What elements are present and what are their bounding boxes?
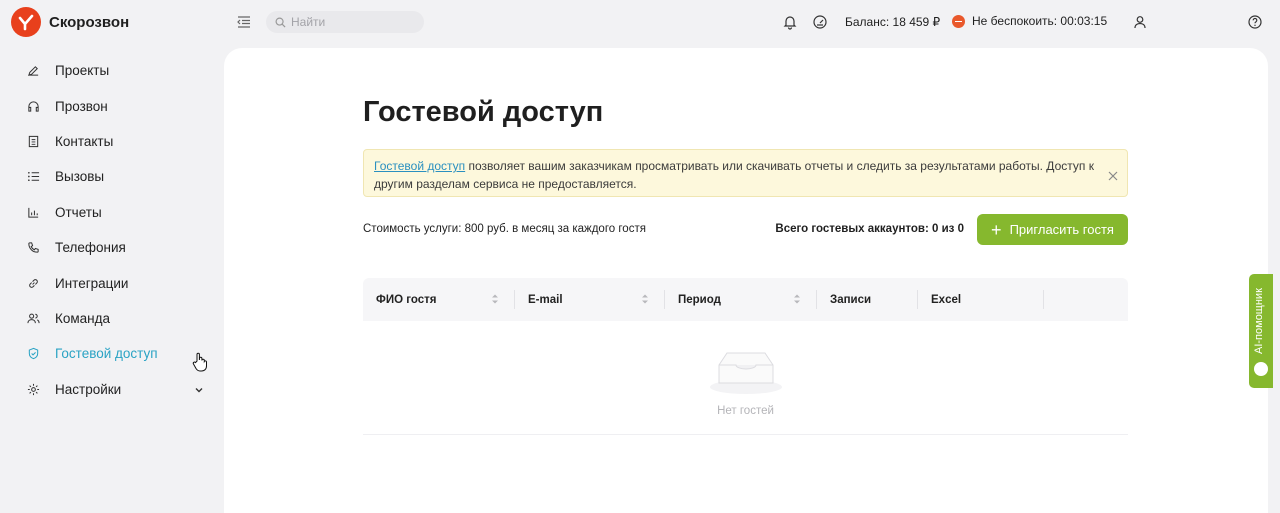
sidebar-item-reports[interactable]: Отчеты	[0, 195, 220, 230]
collapse-menu-icon[interactable]	[236, 14, 252, 30]
sidebar-item-label: Команда	[55, 310, 111, 326]
sidebar-item-label: Телефония	[55, 240, 126, 256]
search-box[interactable]	[266, 11, 424, 33]
speedometer-icon[interactable]	[812, 14, 828, 30]
ai-assistant-tab[interactable]: AI-помощник	[1249, 274, 1273, 388]
column-label: Excel	[931, 293, 962, 306]
sidebar-item-label: Интеграции	[55, 275, 129, 291]
bar-chart-icon	[26, 205, 40, 219]
invite-guest-button[interactable]: + Пригласить гостя	[977, 214, 1128, 245]
shield-check-icon	[26, 347, 40, 361]
do-not-disturb-toggle[interactable]: Не беспокоить: 00:03:15	[952, 14, 1107, 28]
pencil-icon	[26, 64, 40, 78]
column-header-period[interactable]: Период	[665, 278, 817, 321]
close-icon[interactable]	[1108, 168, 1118, 181]
sidebar-item-projects[interactable]: Проекты	[0, 53, 220, 88]
sidebar-item-telephony[interactable]: Телефония	[0, 230, 220, 265]
column-header-excel: Excel	[918, 278, 1044, 321]
chat-bubble-icon	[1254, 362, 1268, 376]
sidebar-item-label: Гостевой доступ	[55, 346, 158, 362]
link-icon	[26, 276, 40, 290]
column-label: ФИО гостя	[376, 293, 437, 306]
sidebar-item-integrations[interactable]: Интеграции	[0, 265, 220, 300]
plus-icon: +	[991, 219, 1002, 240]
invite-guest-label: Пригласить гостя	[1009, 222, 1114, 237]
sidebar-item-settings[interactable]: Настройки	[0, 372, 220, 407]
phone-icon	[26, 241, 40, 255]
empty-state-text: Нет гостей	[717, 405, 774, 417]
app-name: Скорозвон	[49, 13, 130, 31]
column-header-name[interactable]: ФИО гостя	[363, 278, 515, 321]
info-notice: Гостевой доступ позволяет вашим заказчик…	[363, 149, 1128, 197]
sidebar-item-label: Проекты	[55, 63, 110, 79]
sidebar: Проекты Прозвон Контакты Вызовы Отчеты Т…	[0, 53, 220, 407]
top-bar: Скорозвон Баланс: 18 459 ₽ Не беспокоить…	[0, 0, 1280, 44]
hand-cursor-icon	[192, 352, 208, 372]
contacts-book-icon	[26, 134, 40, 148]
guest-access-link[interactable]: Гостевой доступ	[374, 159, 465, 173]
help-icon[interactable]	[1247, 14, 1263, 30]
sidebar-item-dialing[interactable]: Прозвон	[0, 88, 220, 123]
app-logo[interactable]: Скорозвон	[11, 7, 129, 37]
column-header-email[interactable]: E-mail	[515, 278, 665, 321]
sidebar-item-label: Контакты	[55, 133, 114, 149]
sidebar-item-label: Настройки	[55, 381, 122, 397]
list-icon	[26, 170, 40, 184]
logo-mark-icon	[11, 7, 41, 37]
guest-accounts-count: Всего гостевых аккаунтов: 0 из 0	[775, 223, 964, 235]
sidebar-item-calls[interactable]: Вызовы	[0, 159, 220, 194]
page-title: Гостевой доступ	[363, 96, 604, 128]
main-panel: Гостевой доступ Гостевой доступ позволяе…	[224, 48, 1268, 513]
search-input[interactable]	[291, 15, 411, 29]
search-icon	[275, 17, 286, 28]
column-label: Записи	[830, 293, 872, 306]
table-header: ФИО гостя E-mail Период Записи Excel	[363, 278, 1128, 321]
column-header-records: Записи	[817, 278, 918, 321]
sort-icon[interactable]	[641, 293, 649, 305]
notice-text: позволяет вашим заказчикам просматривать…	[374, 159, 1094, 191]
column-label: Период	[678, 293, 721, 306]
service-cost-text: Стоимость услуги: 800 руб. в месяц за ка…	[363, 223, 646, 235]
notification-bell-icon[interactable]	[782, 14, 798, 30]
sidebar-item-guest-access[interactable]: Гостевой доступ	[0, 336, 220, 371]
chevron-down-icon[interactable]	[193, 384, 205, 396]
empty-state: Нет гостей	[363, 321, 1128, 435]
balance-text[interactable]: Баланс: 18 459 ₽	[845, 15, 940, 29]
dnd-status-icon	[952, 14, 965, 28]
empty-inbox-icon	[709, 349, 783, 400]
sidebar-item-label: Вызовы	[55, 169, 105, 185]
sidebar-item-team[interactable]: Команда	[0, 301, 220, 336]
guests-table: ФИО гостя E-mail Период Записи Excel Нет…	[363, 278, 1128, 435]
team-icon	[26, 311, 40, 325]
dnd-label: Не беспокоить: 00:03:15	[972, 14, 1108, 28]
sidebar-item-contacts[interactable]: Контакты	[0, 124, 220, 159]
ai-assistant-label: AI-помощник	[1253, 288, 1265, 354]
sidebar-item-label: Прозвон	[55, 98, 108, 114]
sidebar-item-label: Отчеты	[55, 204, 102, 220]
gear-icon	[26, 382, 40, 396]
sort-icon[interactable]	[491, 293, 499, 305]
sort-icon[interactable]	[793, 293, 801, 305]
headset-icon	[26, 99, 40, 113]
user-profile-icon[interactable]	[1132, 14, 1148, 30]
column-label: E-mail	[528, 293, 563, 306]
